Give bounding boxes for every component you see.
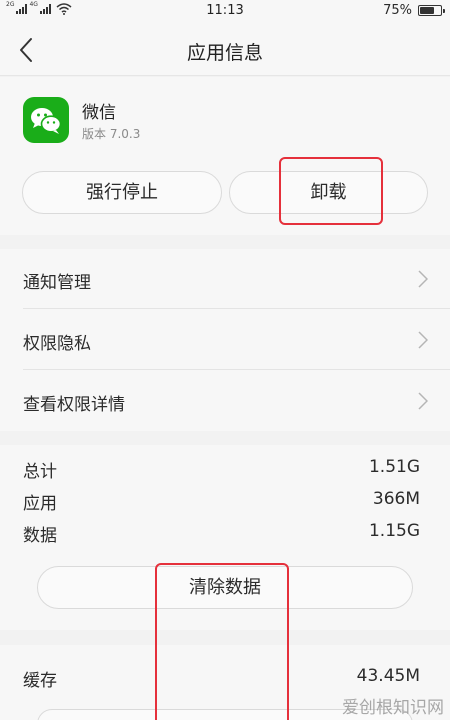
page-title: 应用信息 bbox=[186, 42, 263, 64]
chevron-right-icon bbox=[418, 392, 428, 410]
divider bbox=[23, 308, 450, 309]
storage-row-data: 数据 1.15G bbox=[23, 521, 420, 546]
menu-item-label: 查看权限详情 bbox=[23, 395, 125, 415]
chevron-right-icon bbox=[418, 331, 428, 349]
storage-value: 366M bbox=[372, 489, 420, 509]
force-stop-button[interactable]: 强行停止 bbox=[22, 171, 222, 214]
menu-item-notification-management[interactable]: 通知管理 bbox=[0, 249, 450, 309]
battery-status: 75% bbox=[383, 3, 445, 18]
storage-value: 1.15G bbox=[368, 521, 420, 541]
app-info-card: 微信 版本 7.0.3 强行停止 卸载 bbox=[0, 77, 450, 235]
storage-row-total: 总计 1.51G bbox=[23, 457, 420, 482]
status-bar: 2G 4G 11:13 75% bbox=[0, 0, 450, 24]
storage-label: 总计 bbox=[23, 462, 57, 482]
storage-label: 应用 bbox=[23, 494, 57, 514]
storage-section: 总计 1.51G 应用 366M 数据 1.15G 清除数据 bbox=[0, 445, 450, 630]
chevron-right-icon bbox=[418, 270, 428, 288]
settings-menu: 通知管理 权限隐私 查看权限详情 bbox=[0, 249, 450, 431]
storage-row-app: 应用 366M bbox=[23, 489, 420, 514]
watermark: 爱创根知识网 bbox=[342, 698, 444, 718]
cache-label: 缓存 bbox=[23, 671, 57, 691]
divider bbox=[23, 369, 450, 370]
menu-item-permission-details[interactable]: 查看权限详情 bbox=[0, 371, 450, 431]
battery-percent: 75% bbox=[383, 3, 412, 18]
storage-label: 数据 bbox=[23, 526, 57, 546]
menu-item-permission-privacy[interactable]: 权限隐私 bbox=[0, 310, 450, 370]
clear-data-button[interactable]: 清除数据 bbox=[37, 566, 413, 609]
cache-row: 缓存 43.45M bbox=[23, 666, 420, 691]
title-bar: 应用信息 bbox=[0, 24, 450, 76]
battery-icon bbox=[418, 5, 445, 16]
uninstall-button[interactable]: 卸载 bbox=[229, 171, 428, 214]
storage-value: 1.51G bbox=[368, 457, 420, 477]
app-version: 版本 7.0.3 bbox=[82, 127, 141, 141]
cache-value: 43.45M bbox=[356, 666, 420, 686]
menu-item-label: 通知管理 bbox=[23, 273, 91, 293]
wechat-icon bbox=[23, 97, 69, 143]
app-name: 微信 bbox=[82, 103, 116, 123]
menu-item-label: 权限隐私 bbox=[23, 334, 91, 354]
